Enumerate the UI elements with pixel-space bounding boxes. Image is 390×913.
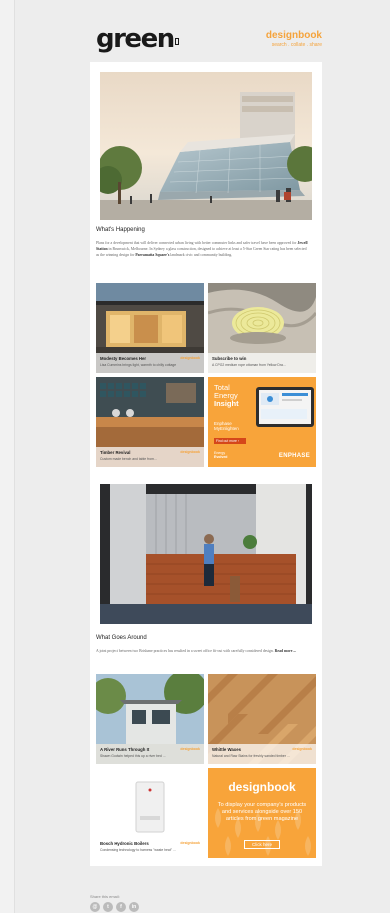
feature-image-office[interactable] xyxy=(100,484,312,624)
tile-description: Lisa Cummins brings light, warmth to chi… xyxy=(100,363,177,367)
tile-caption: Timber Revival Custom made bench and tab… xyxy=(96,447,204,467)
tile-description: Condensing technology to harness "waste … xyxy=(100,848,176,852)
hero-image[interactable] xyxy=(100,72,312,220)
tile-description: Custom made bench and table from... xyxy=(100,457,157,461)
green-logo[interactable]: green xyxy=(96,24,179,54)
parramatta-square-link[interactable]: Parramatta Square's xyxy=(135,253,169,257)
tile-tag: designbook xyxy=(180,450,200,454)
enphase-advertisement[interactable]: Total Energy Insight Enphase MyEnlighten… xyxy=(208,377,316,467)
article-tile-modesty[interactable]: Modesty Becomes Her Lisa Cummins brings … xyxy=(96,283,204,373)
tile-tag: designbook xyxy=(180,356,200,360)
tile-tag: designbook xyxy=(180,841,200,845)
whats-happening-paragraph: Plans for a development that will delive… xyxy=(96,241,308,257)
linkedin-icon[interactable]: in xyxy=(129,902,139,912)
share-icons: @ t f in xyxy=(90,902,210,912)
email-header: green designbook search . collate . shar… xyxy=(96,24,322,56)
article-tile-subscribe[interactable]: Subscribe to win A CPG2 medium rope otto… xyxy=(208,283,316,373)
article-tile-whittle-waxes[interactable]: Whittle Waxes Natural and Raw Stains for… xyxy=(208,674,316,764)
facebook-icon[interactable]: f xyxy=(116,902,126,912)
email-icon[interactable]: @ xyxy=(90,902,100,912)
designbook-ad-title: designbook xyxy=(228,780,296,794)
tile-caption: Subscribe to win A CPG2 medium rope otto… xyxy=(208,353,316,373)
tile-title: Subscribe to win xyxy=(212,356,247,361)
tablet-dashboard-icon xyxy=(256,387,314,427)
section-title-whats-happening: What's Happening xyxy=(96,227,145,233)
tile-description: A CPG2 medium rope ottoman from Yellow D… xyxy=(212,363,286,367)
office-fitout-image xyxy=(100,484,312,624)
click-here-button[interactable]: Click here xyxy=(244,840,280,849)
tile-description: Natural and Raw Stains for freshly sande… xyxy=(212,754,290,758)
tile-tag: designbook xyxy=(180,747,200,751)
designbook-brand: designbook search . collate . share xyxy=(266,30,322,48)
what-goes-around-paragraph: A joint project between two Brisbane pra… xyxy=(96,649,297,653)
article-tile-river[interactable]: A River Runs Through It Shawn Godwin hel… xyxy=(96,674,204,764)
tile-description: Shawn Godwin helped this up a river bed … xyxy=(100,754,166,758)
designbook-advertisement[interactable]: designbook To display your company's pro… xyxy=(208,768,316,858)
email-body: What's Happening Plans for a development… xyxy=(90,62,322,866)
tile-caption: A River Runs Through It Shawn Godwin hel… xyxy=(96,744,204,764)
tile-tag: designbook xyxy=(292,747,312,751)
brand-links[interactable]: search . collate . share xyxy=(266,42,322,48)
find-out-more-button[interactable]: Find out more › xyxy=(214,438,246,444)
enphase-ad-subtitle: Enphase MyEnlighten xyxy=(214,421,239,431)
tile-caption: Modesty Becomes Her Lisa Cummins brings … xyxy=(96,353,204,373)
article-tile-bosch[interactable]: Bosch Hydronic Boilers Condensing techno… xyxy=(96,768,204,858)
logo-mark-icon xyxy=(174,38,179,45)
share-footer: Share this email: @ t f in xyxy=(90,894,210,912)
article-tile-timber-revival[interactable]: Timber Revival Custom made bench and tab… xyxy=(96,377,204,467)
energy-evolved-tagline: Energy Evolved xyxy=(214,451,228,459)
brand-name[interactable]: designbook xyxy=(266,30,322,41)
twitter-icon[interactable]: t xyxy=(103,902,113,912)
tile-caption: Whittle Waxes Natural and Raw Stains for… xyxy=(208,744,316,764)
enphase-logo: ENPHASE xyxy=(278,453,310,459)
share-label: Share this email: xyxy=(90,894,120,899)
hero-building-illustration xyxy=(100,72,312,220)
tile-caption: Bosch Hydronic Boilers Condensing techno… xyxy=(96,838,204,858)
designbook-ad-text: To display your company's products and s… xyxy=(217,802,307,822)
logo-text: green xyxy=(96,24,175,54)
read-more-link[interactable]: Read more ... xyxy=(275,649,297,653)
enphase-ad-title: Total Energy Insight xyxy=(214,383,239,408)
section-title-what-goes-around: What Goes Around xyxy=(96,635,147,641)
